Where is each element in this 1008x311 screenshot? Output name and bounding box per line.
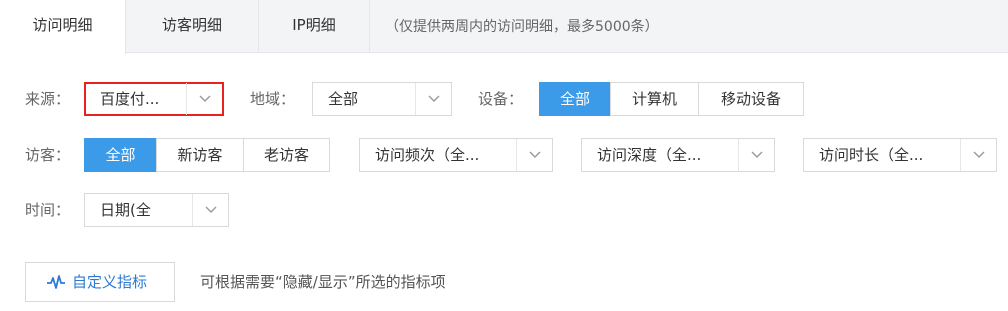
chevron-down-icon [960, 139, 996, 171]
source-select[interactable]: 百度付... [84, 82, 224, 116]
visitor-new-button[interactable]: 新访客 [156, 138, 244, 172]
device-all-button[interactable]: 全部 [539, 82, 611, 116]
region-select-value: 全部 [328, 90, 359, 108]
visitor-label: 访客： [25, 146, 71, 164]
pulse-icon [46, 274, 66, 294]
visitor-returning-button[interactable]: 老访客 [243, 138, 330, 172]
custom-metrics-label: 自定义指标 [72, 273, 148, 291]
region-select[interactable]: 全部 [312, 82, 452, 116]
visit-duration-value: 访问时长（全... [819, 146, 924, 164]
time-select-value: 日期(全 [100, 201, 151, 219]
time-select[interactable]: 日期(全 [84, 193, 229, 227]
tab-visitor-detail[interactable]: 访客明细 [126, 0, 259, 53]
device-label: 设备： [478, 90, 524, 108]
region-label: 地域： [250, 90, 296, 108]
visit-frequency-value: 访问频次（全... [375, 146, 480, 164]
visit-frequency-select[interactable]: 访问频次（全... [359, 138, 553, 172]
custom-metrics-button[interactable]: 自定义指标 [25, 262, 175, 302]
visitor-all-button[interactable]: 全部 [84, 138, 157, 172]
chevron-down-icon [516, 139, 552, 171]
tab-visit-detail[interactable]: 访问明细 [0, 0, 126, 54]
chevron-down-icon [186, 83, 222, 115]
tab-ip-detail[interactable]: IP明细 [259, 0, 370, 53]
visit-depth-select[interactable]: 访问深度（全... [581, 138, 775, 172]
chevron-down-icon [738, 139, 774, 171]
chevron-down-icon [415, 83, 451, 115]
source-select-value: 百度付... [100, 90, 160, 108]
device-mobile-button[interactable]: 移动设备 [698, 82, 804, 116]
chevron-down-icon [192, 194, 228, 226]
tab-note: （仅提供两周内的访问明细，最多5000条） [385, 19, 659, 35]
device-computer-button[interactable]: 计算机 [610, 82, 699, 116]
source-label: 来源： [25, 90, 71, 108]
tab-bar: 访问明细 访客明细 IP明细 （仅提供两周内的访问明细，最多5000条） [0, 0, 1008, 54]
time-label: 时间： [25, 201, 71, 219]
custom-metrics-hint: 可根据需要“隐藏/显示”所选的指标项 [200, 273, 446, 291]
visit-duration-select[interactable]: 访问时长（全... [803, 138, 997, 172]
visit-depth-value: 访问深度（全... [597, 146, 702, 164]
